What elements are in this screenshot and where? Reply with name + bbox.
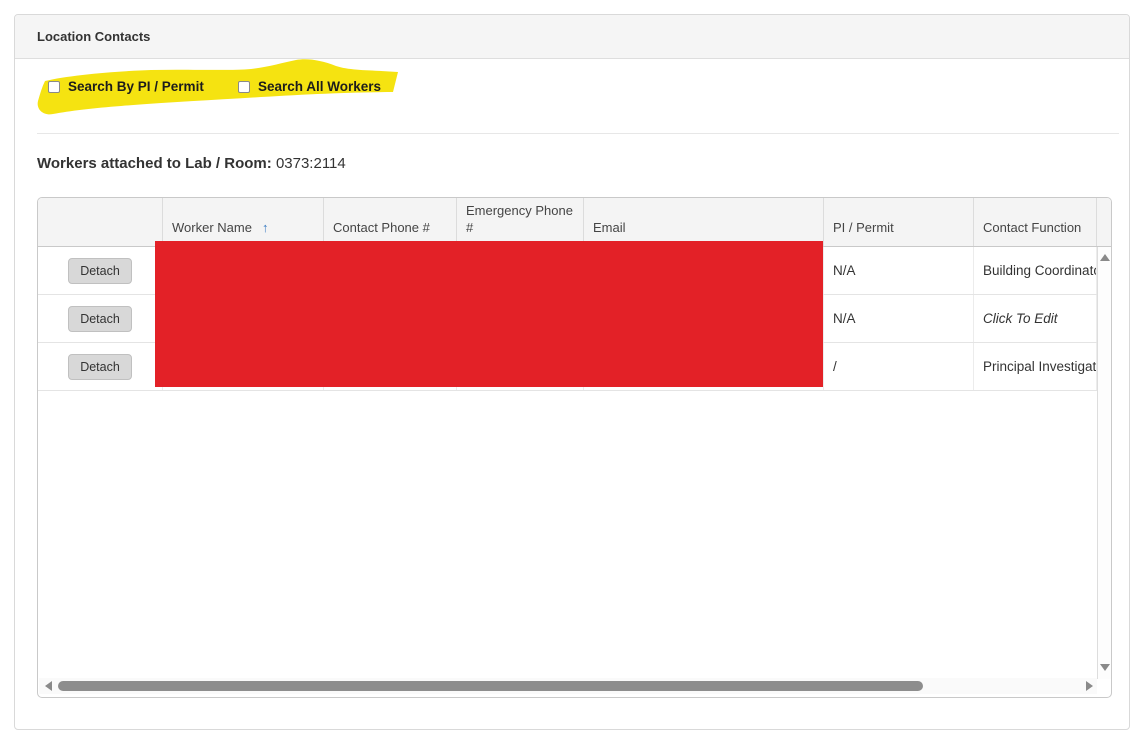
pi-permit-cell: N/A (824, 247, 974, 294)
horizontal-scrollbar[interactable] (39, 678, 1097, 694)
column-header-worker-name[interactable]: Worker Name ↑ (163, 198, 324, 246)
column-header-email-label: Email (593, 220, 626, 236)
page: Location Contacts Search By PI / Permit … (0, 0, 1146, 745)
search-by-pi-permit-checkbox[interactable] (48, 80, 60, 93)
scroll-up-icon[interactable] (1100, 254, 1110, 261)
actions-cell: Detach (38, 343, 163, 390)
scroll-down-icon[interactable] (1100, 664, 1110, 671)
workers-heading: Workers attached to Lab / Room: 0373:211… (37, 155, 346, 172)
scroll-right-icon[interactable] (1086, 681, 1093, 691)
section-divider (37, 133, 1119, 134)
search-all-workers-checkbox[interactable] (238, 80, 250, 93)
column-header-worker-name-label: Worker Name (172, 220, 252, 236)
column-header-contact-phone-label: Contact Phone # (333, 220, 430, 236)
column-header-pi-permit[interactable]: PI / Permit (824, 198, 974, 246)
column-header-contact-phone[interactable]: Contact Phone # (324, 198, 457, 246)
column-header-pi-permit-label: PI / Permit (833, 220, 894, 236)
lab-room-value: 0373:2114 (275, 155, 346, 172)
column-header-contact-function[interactable]: Contact Function (974, 198, 1097, 246)
vertical-scrollbar[interactable] (1097, 247, 1111, 679)
actions-cell: Detach (38, 295, 163, 342)
column-header-email[interactable]: Email (584, 198, 824, 246)
column-header-contact-function-label: Contact Function (983, 220, 1082, 236)
search-all-workers-label: Search All Workers (258, 79, 382, 94)
table-header-row: Worker Name ↑ Contact Phone # Emergency … (38, 198, 1111, 247)
detach-button[interactable]: Detach (68, 353, 132, 380)
pi-permit-cell: / (824, 343, 974, 390)
horizontal-scrollbar-thumb[interactable] (58, 681, 923, 691)
redaction-overlay (155, 241, 823, 387)
scroll-left-icon[interactable] (45, 681, 52, 691)
sort-ascending-icon: ↑ (261, 220, 269, 236)
workers-heading-label: Workers attached to Lab / Room: (37, 155, 272, 172)
column-header-actions (38, 198, 163, 246)
contact-function-cell[interactable]: Principal Investigator (974, 343, 1097, 390)
detach-button[interactable]: Detach (68, 257, 132, 284)
actions-cell: Detach (38, 247, 163, 294)
contact-function-cell[interactable]: Building Coordinator (974, 247, 1097, 294)
contact-function-cell[interactable]: Click To Edit (974, 295, 1097, 342)
column-header-filler (1097, 198, 1111, 246)
location-contacts-panel: Location Contacts Search By PI / Permit … (14, 14, 1130, 730)
search-all-workers-checkbox-group[interactable]: Search All Workers (238, 79, 381, 94)
search-by-pi-permit-label: Search By PI / Permit (68, 79, 204, 94)
search-by-pi-permit-checkbox-group[interactable]: Search By PI / Permit (48, 79, 204, 94)
column-header-emergency-phone-label: Emergency Phone # (466, 203, 573, 236)
column-header-emergency-phone[interactable]: Emergency Phone # (457, 198, 584, 246)
panel-title: Location Contacts (37, 29, 151, 44)
pi-permit-cell: N/A (824, 295, 974, 342)
detach-button[interactable]: Detach (68, 305, 132, 332)
